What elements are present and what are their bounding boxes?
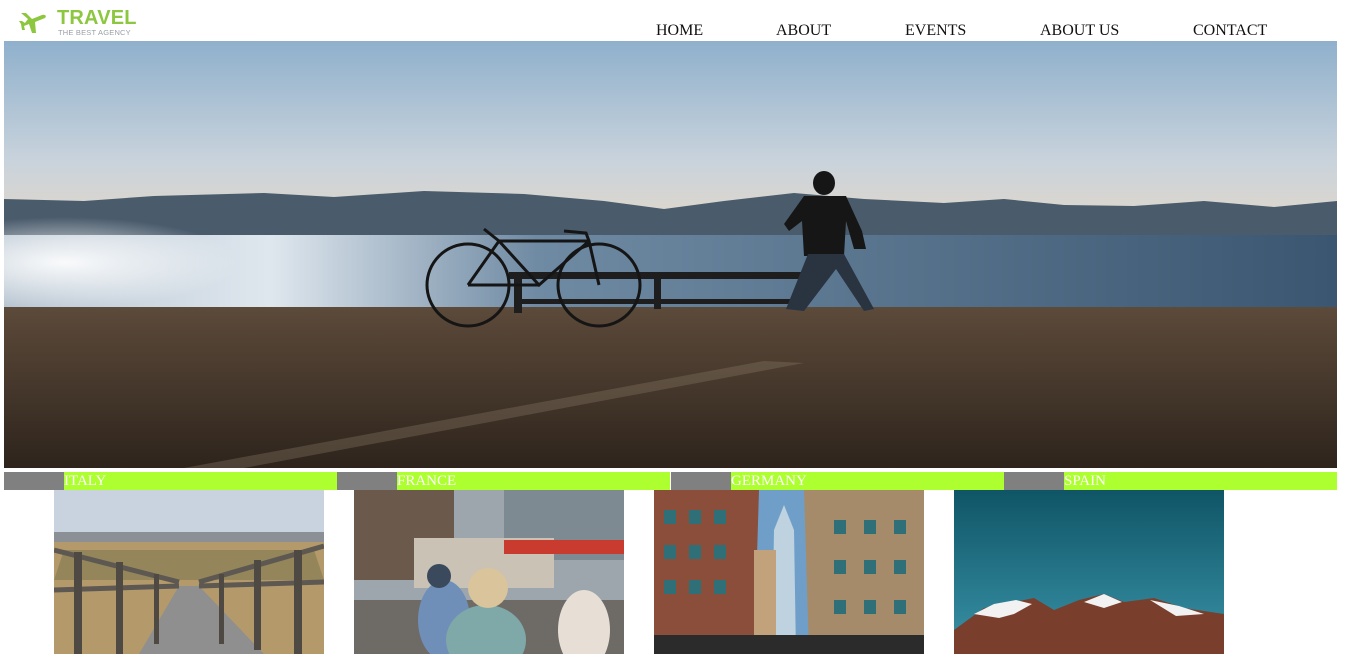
country-label-france: FRANCE	[397, 473, 457, 489]
hero-image	[4, 41, 1337, 468]
nav-contact[interactable]: CONTACT	[1193, 22, 1267, 40]
country-bar-germany[interactable]: GERMANY	[671, 472, 1004, 490]
nav-about[interactable]: ABOUT	[776, 22, 831, 40]
main-navigation: HOME ABOUT EVENTS ABOUT US CONTACT	[0, 22, 1345, 42]
bar-grey-segment	[337, 472, 397, 490]
country-bar-spain[interactable]: SPAIN	[1004, 472, 1337, 490]
nav-about-us[interactable]: ABOUT US	[1040, 22, 1119, 40]
country-label-italy: ITALY	[64, 473, 107, 489]
country-bar-france[interactable]: FRANCE	[337, 472, 670, 490]
nav-events[interactable]: EVENTS	[905, 22, 966, 40]
spain-thumbnail[interactable]	[954, 490, 1224, 654]
country-bar-italy[interactable]: ITALY	[4, 472, 337, 490]
bar-grey-segment	[1004, 472, 1064, 490]
italy-thumbnail[interactable]	[54, 490, 324, 654]
bar-grey-segment	[671, 472, 731, 490]
nav-home[interactable]: HOME	[656, 22, 703, 40]
france-thumbnail[interactable]	[354, 490, 624, 654]
country-label-spain: SPAIN	[1064, 473, 1106, 489]
bar-grey-segment	[4, 472, 64, 490]
germany-thumbnail[interactable]	[654, 490, 924, 654]
country-label-germany: GERMANY	[731, 473, 807, 489]
